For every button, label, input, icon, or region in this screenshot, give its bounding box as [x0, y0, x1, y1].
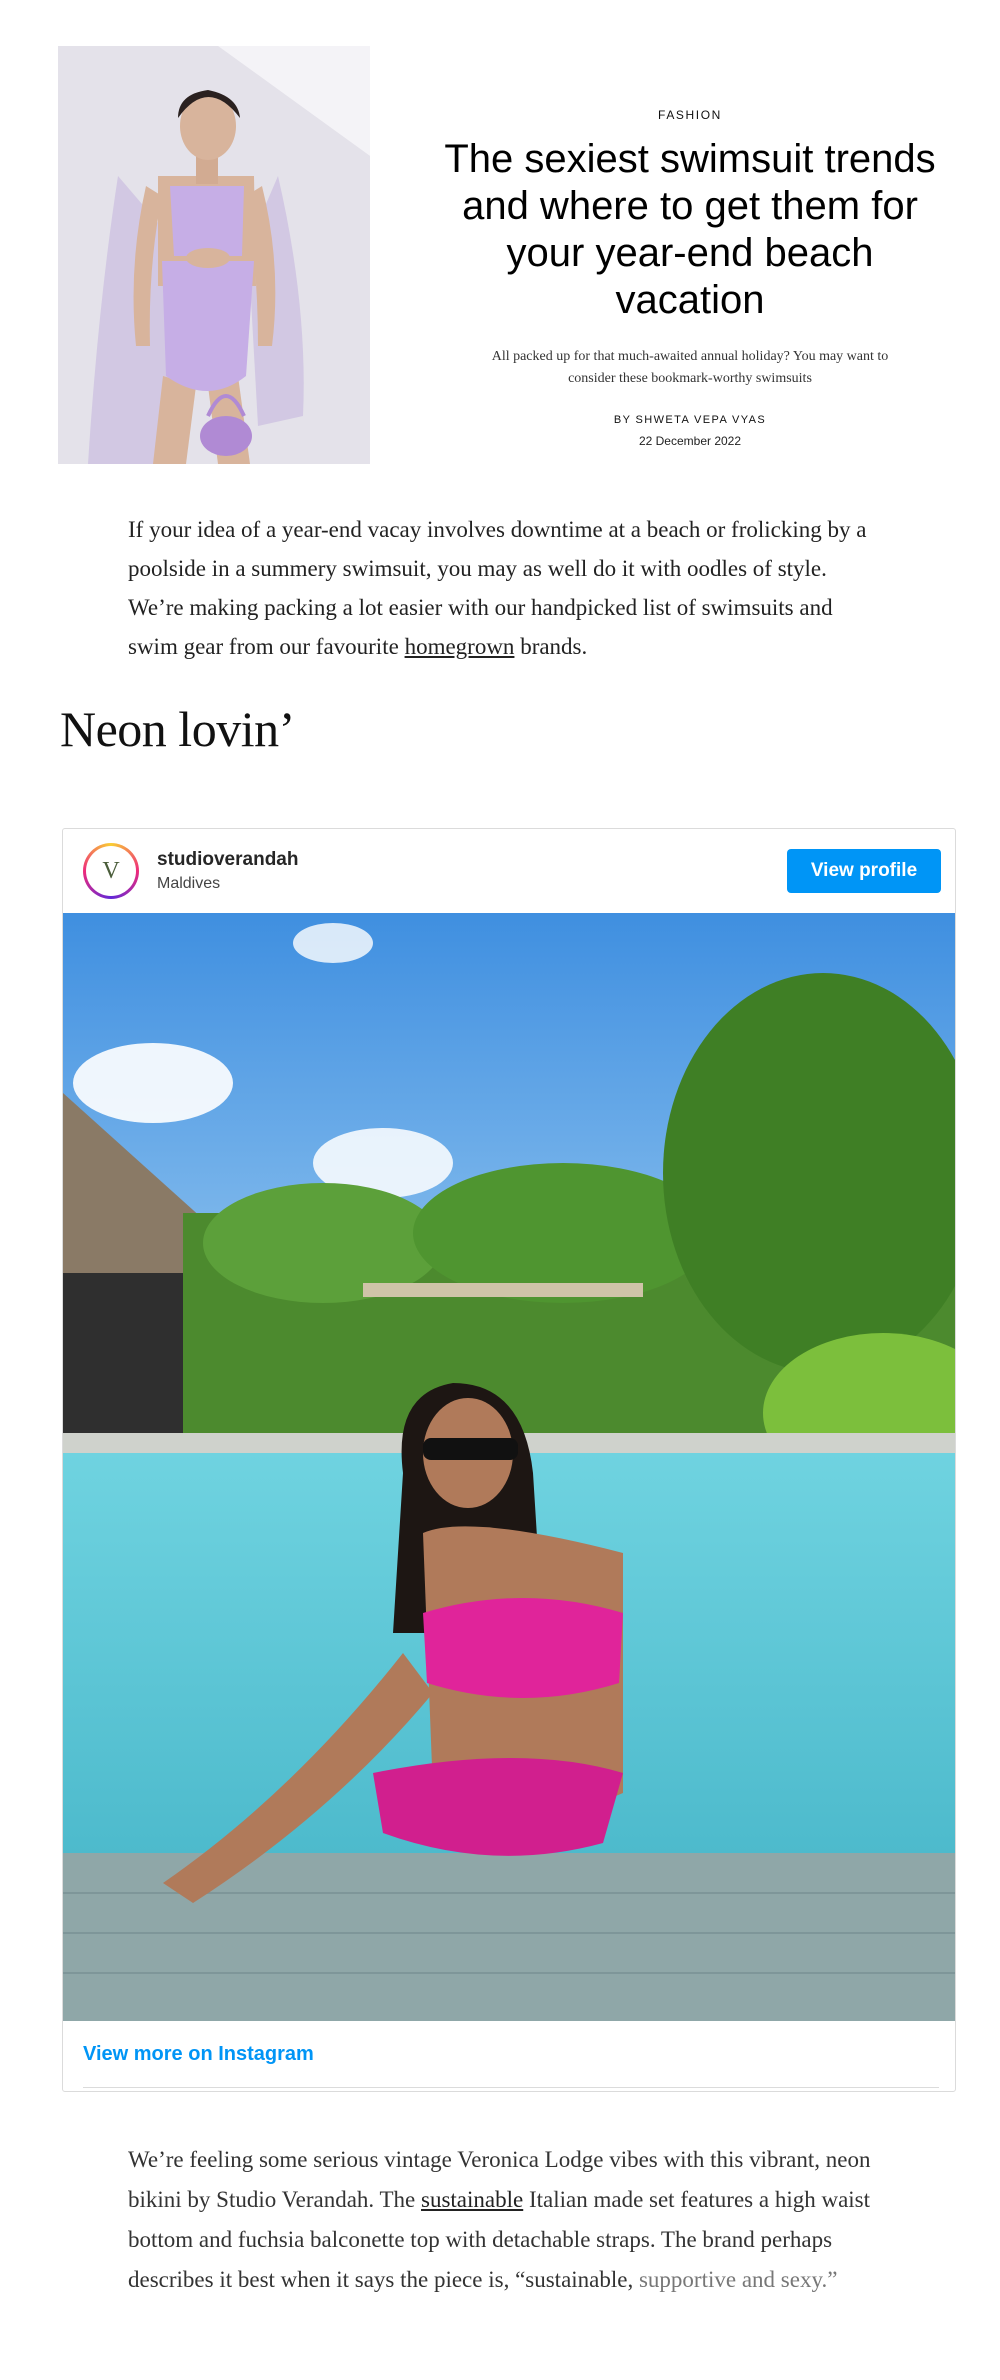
homegrown-link[interactable]: homegrown — [405, 634, 515, 659]
product-paragraph: We’re feeling some serious vintage Veron… — [128, 2140, 898, 2300]
section-heading: Neon lovin’ — [60, 701, 295, 757]
instagram-photo[interactable] — [63, 913, 955, 2021]
article-headline: The sexiest swimsuit trends and where to… — [444, 137, 936, 322]
article-header: FASHION The sexiest swimsuit trends and … — [430, 108, 950, 448]
instagram-embed: V studioverandah Maldives View profile V… — [62, 828, 956, 2092]
view-profile-button[interactable]: View profile — [787, 849, 941, 893]
intro-paragraph: If your idea of a year-end vacay involve… — [128, 510, 878, 666]
category-label[interactable]: FASHION — [430, 108, 950, 122]
instagram-location[interactable]: Maldives — [157, 875, 220, 893]
view-more-instagram-link[interactable]: View more on Instagram — [83, 2043, 314, 2066]
product-text-faded: supportive and sexy.” — [638, 2267, 838, 2292]
instagram-header: V studioverandah Maldives View profile — [63, 829, 955, 913]
author-byline[interactable]: BY SHWETA VEPA VYAS — [430, 414, 950, 426]
publish-date: 22 December 2022 — [638, 434, 742, 448]
instagram-username[interactable]: studioverandah — [157, 849, 298, 871]
sustainable-link[interactable]: sustainable — [421, 2187, 523, 2212]
divider — [83, 2087, 939, 2088]
intro-text-end: brands. — [514, 634, 588, 659]
avatar[interactable]: V — [83, 843, 139, 899]
hero-image — [58, 46, 370, 464]
avatar-logo: V — [86, 846, 136, 896]
article-subheadline: All packed up for that much-awaited annu… — [491, 349, 889, 386]
